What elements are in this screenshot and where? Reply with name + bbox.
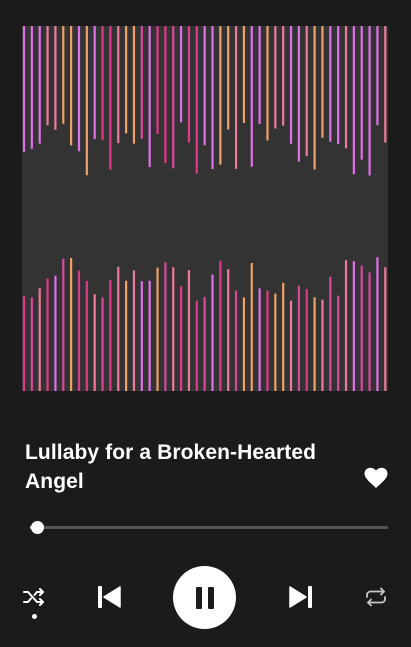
skip-previous-icon bbox=[98, 586, 121, 608]
shuffle-icon bbox=[23, 588, 44, 606]
repeat-icon bbox=[366, 587, 386, 607]
album-artwork bbox=[22, 26, 388, 391]
shuffle-active-indicator bbox=[32, 614, 37, 619]
progress-track[interactable] bbox=[30, 526, 388, 529]
progress-bar[interactable] bbox=[22, 519, 388, 537]
like-button[interactable] bbox=[362, 465, 390, 491]
next-button[interactable] bbox=[286, 583, 316, 611]
skip-next-icon bbox=[289, 586, 312, 608]
repeat-button[interactable] bbox=[363, 586, 389, 608]
track-title: Lullaby for a Broken-Hearted Angel bbox=[25, 441, 317, 493]
heart-icon bbox=[364, 467, 388, 488]
artwork-waveform bbox=[22, 26, 387, 391]
pause-icon bbox=[195, 586, 214, 609]
previous-button[interactable] bbox=[94, 583, 124, 611]
progress-thumb[interactable] bbox=[31, 521, 45, 534]
play-pause-button[interactable] bbox=[173, 566, 236, 629]
shuffle-button[interactable] bbox=[22, 586, 46, 608]
